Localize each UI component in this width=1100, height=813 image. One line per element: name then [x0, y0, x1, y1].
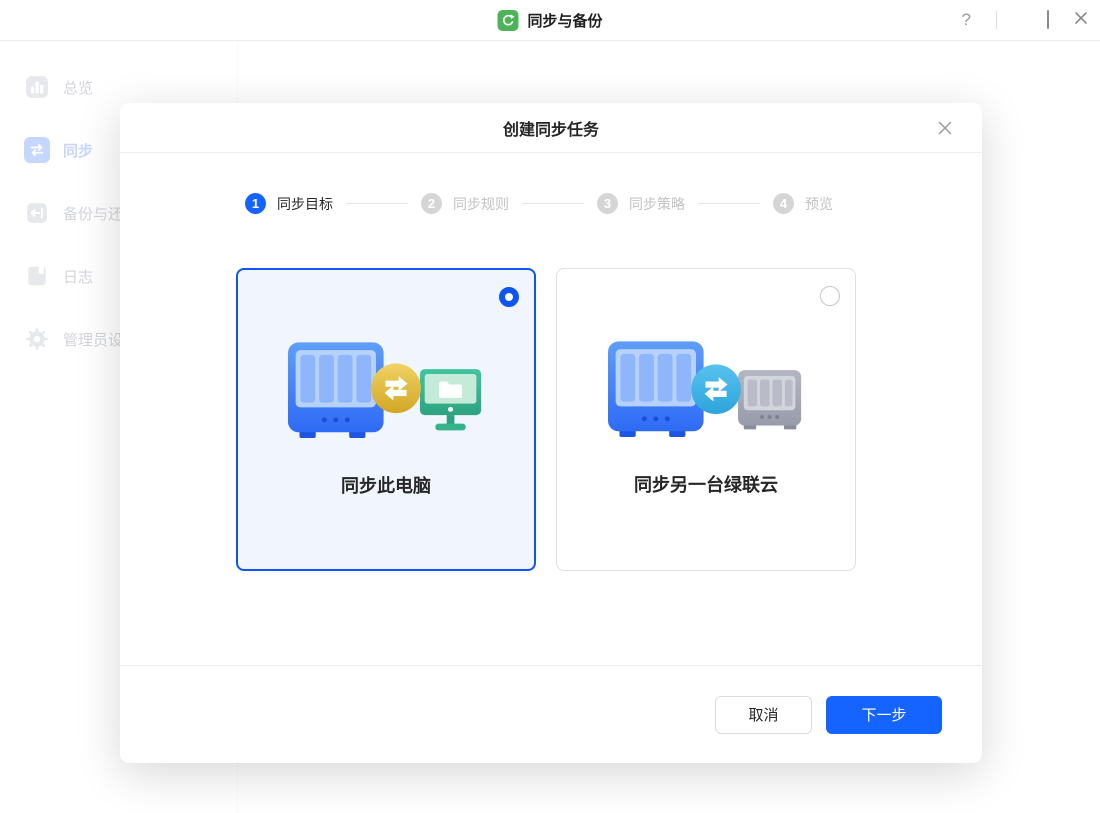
close-window-button[interactable] [1074, 11, 1088, 30]
step-label: 预览 [805, 195, 833, 212]
step-connector [698, 203, 760, 204]
step-number: 4 [773, 193, 794, 214]
sync-target-options: 同步此电脑 同步另一台绿联云 [236, 268, 856, 571]
dialog-footer: 取消 下一步 [120, 665, 982, 763]
step-label: 同步策略 [629, 195, 685, 212]
window-title: 同步与备份 [527, 12, 603, 30]
option-card-sync-another-nas[interactable]: 同步另一台绿联云 [556, 268, 856, 571]
wizard-stepper: 1 同步目标 2 同步规则 3 同步策略 4 预览 [245, 193, 833, 214]
help-icon[interactable]: ? [962, 10, 971, 30]
step-number: 3 [597, 193, 618, 214]
app-sync-icon [497, 9, 519, 31]
next-step-button[interactable]: 下一步 [826, 695, 942, 734]
step-sync-strategy: 3 同步策略 [597, 193, 685, 214]
titlebar-divider [996, 11, 997, 29]
step-connector [346, 203, 408, 204]
step-label: 同步目标 [277, 195, 333, 212]
step-connector [522, 203, 584, 204]
close-dialog-icon[interactable] [934, 117, 956, 139]
step-sync-target: 1 同步目标 [245, 193, 333, 214]
option-card-sync-this-pc[interactable]: 同步此电脑 [236, 268, 536, 571]
title-bar: 同步与备份 ? [0, 0, 1100, 41]
radio-unselected-icon[interactable] [820, 286, 840, 306]
option-label: 同步此电脑 [341, 476, 431, 496]
step-number: 2 [421, 193, 442, 214]
radio-selected-icon[interactable] [499, 287, 519, 307]
step-label: 同步规则 [453, 195, 509, 212]
step-number: 1 [245, 193, 266, 214]
maximize-button[interactable] [1047, 10, 1049, 29]
nas-to-pc-illustration [238, 342, 534, 448]
option-label: 同步另一台绿联云 [634, 475, 778, 495]
nas-to-nas-illustration [557, 341, 855, 447]
step-preview: 4 预览 [773, 193, 833, 214]
cancel-button[interactable]: 取消 [715, 695, 812, 734]
dialog-header: 创建同步任务 [120, 103, 982, 153]
create-sync-task-dialog: 创建同步任务 1 同步目标 2 同步规则 3 同步策略 4 预览 同步此电脑 同… [120, 103, 982, 763]
dialog-title: 创建同步任务 [502, 121, 599, 139]
step-sync-rules: 2 同步规则 [421, 193, 509, 214]
app-window: 总览 同步 备份与还原 日志 [0, 0, 1100, 813]
